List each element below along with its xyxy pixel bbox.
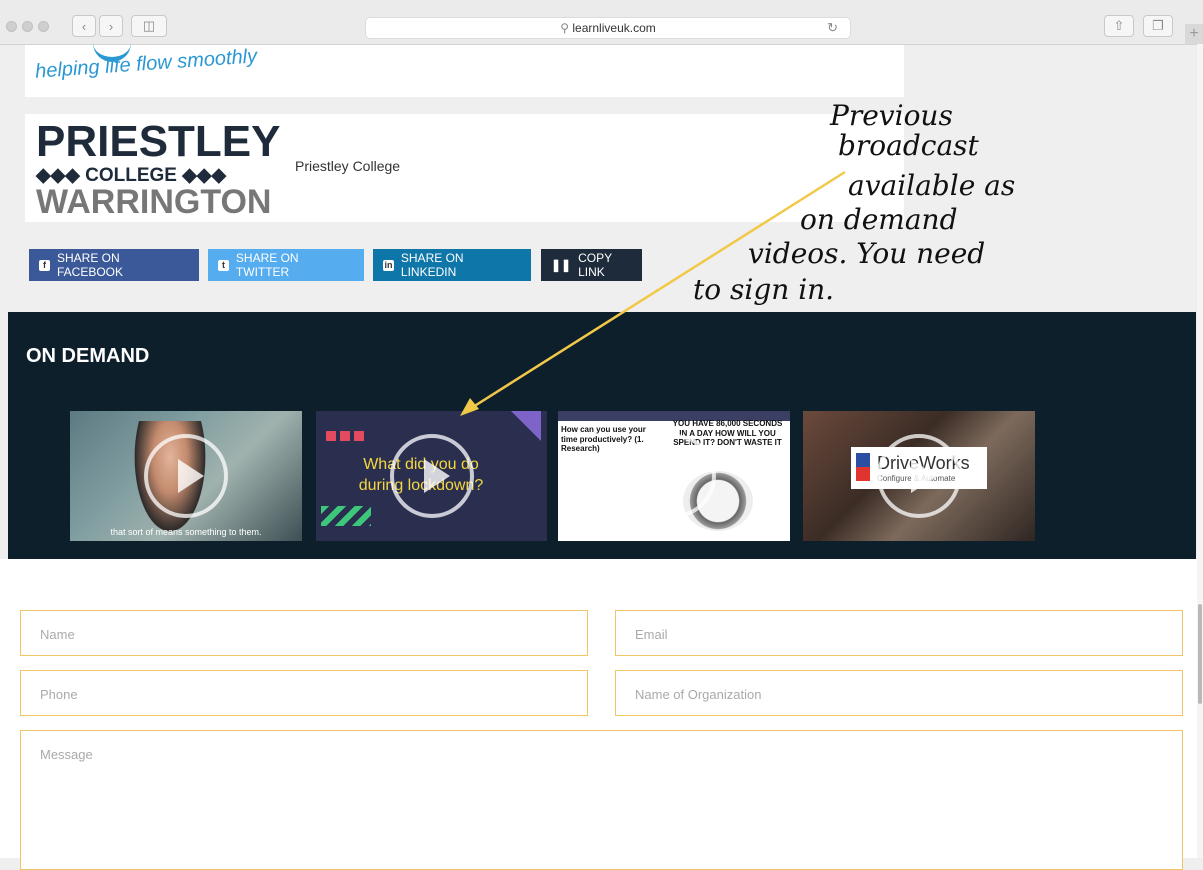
annotation-arrow (460, 170, 846, 416)
annotation-line1: Previous (830, 99, 953, 132)
annotation-line5: videos. You need (748, 237, 986, 270)
annotation-line4: on demand (800, 203, 958, 236)
annotation-line2: broadcast (838, 129, 979, 162)
annotation-line6: to sign in. (693, 273, 835, 306)
annotation-line3: available as (848, 169, 1016, 202)
